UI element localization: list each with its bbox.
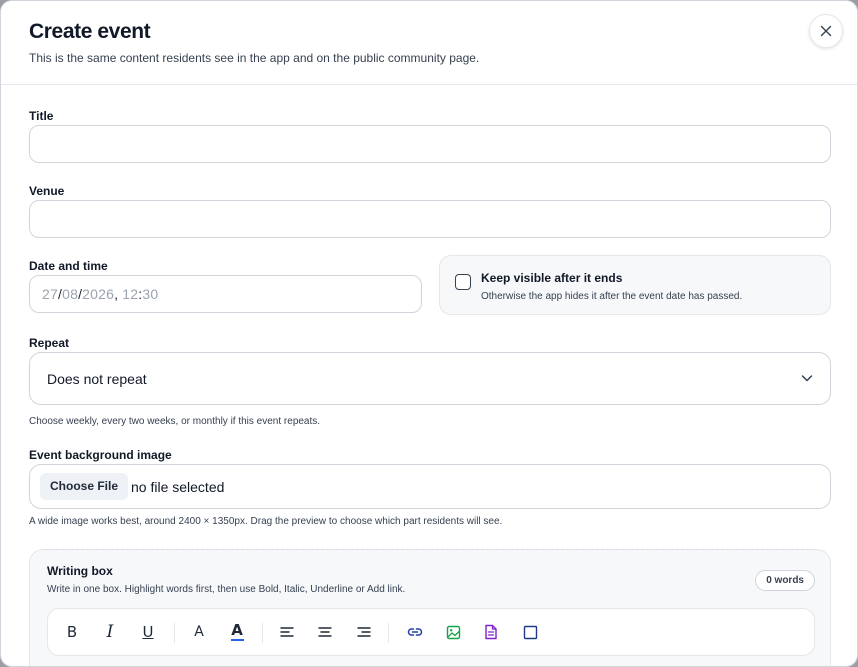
insert-document-button[interactable]: [480, 621, 502, 643]
keep-visible-checkbox[interactable]: [455, 274, 471, 290]
italic-button[interactable]: I: [99, 621, 121, 643]
time-minute[interactable]: 30: [142, 286, 158, 302]
time-hour[interactable]: 12: [122, 286, 138, 302]
toolbar-divider: [388, 623, 389, 643]
bold-icon: B: [66, 623, 78, 641]
venue-input[interactable]: [29, 200, 831, 238]
close-icon: [820, 25, 832, 37]
modal-title: Create event: [29, 20, 151, 43]
toolbar-divider: [174, 623, 175, 643]
keep-visible-label: Keep visible after it ends: [481, 271, 623, 285]
venue-label: Venue: [29, 184, 65, 198]
repeat-select-value: Does not repeat: [47, 371, 147, 387]
image-icon: [446, 625, 460, 639]
image-help-text: A wide image works best, around 2400 × 1…: [29, 516, 503, 527]
writing-box-subtitle: Write in one box. Highlight words first,…: [47, 584, 406, 595]
close-button[interactable]: [809, 14, 843, 48]
date-month[interactable]: 08: [62, 286, 78, 302]
modal-header: Create event This is the same content re…: [1, 1, 857, 85]
font-size-button[interactable]: A: [188, 621, 210, 643]
document-icon: [485, 624, 497, 640]
title-input[interactable]: [29, 125, 831, 163]
italic-icon: I: [106, 622, 114, 642]
file-status: no file selected: [131, 479, 225, 495]
repeat-help-text: Choose weekly, every two weeks, or month…: [29, 416, 321, 427]
align-right-icon: [357, 627, 371, 637]
datetime-input[interactable]: 27/08/2026, 12:30: [29, 275, 422, 313]
image-file-input[interactable]: Choose File no file selected: [29, 464, 831, 509]
toolbar-divider: [262, 623, 263, 643]
repeat-label: Repeat: [29, 336, 70, 350]
modal-subtitle: This is the same content residents see i…: [29, 51, 480, 65]
align-left-button[interactable]: [276, 621, 298, 643]
box-icon: [523, 625, 537, 639]
text-color-button[interactable]: A: [226, 621, 248, 643]
writing-box: Writing box Write in one box. Highlight …: [29, 549, 831, 666]
title-label: Title: [29, 109, 54, 123]
bold-button[interactable]: B: [61, 621, 83, 643]
align-left-icon: [280, 627, 294, 637]
datetime-label: Date and time: [29, 259, 108, 273]
text-color-icon: A: [231, 621, 243, 639]
add-link-button[interactable]: [404, 621, 426, 643]
date-day[interactable]: 27: [42, 286, 58, 302]
image-label: Event background image: [29, 448, 172, 462]
keep-visible-description: Otherwise the app hides it after the eve…: [481, 291, 743, 302]
writing-box-title: Writing box: [47, 564, 113, 578]
underline-button[interactable]: U: [137, 621, 159, 643]
insert-box-button[interactable]: [519, 621, 541, 643]
text-color-swatch: [230, 639, 244, 641]
align-center-button[interactable]: [314, 621, 336, 643]
word-count-badge: 0 words: [755, 570, 815, 591]
repeat-select[interactable]: Does not repeat: [29, 352, 831, 405]
choose-file-button[interactable]: Choose File: [40, 473, 129, 500]
font-size-icon: A: [194, 624, 204, 640]
align-center-icon: [318, 627, 332, 637]
insert-image-button[interactable]: [442, 621, 464, 643]
keep-visible-option[interactable]: Keep visible after it ends Otherwise the…: [439, 255, 831, 315]
underline-icon: U: [142, 623, 154, 641]
date-year[interactable]: 2026: [82, 286, 114, 302]
align-right-button[interactable]: [353, 621, 375, 643]
create-event-modal: Create event This is the same content re…: [0, 0, 858, 667]
formatting-toolbar: B I U A A: [47, 608, 815, 656]
chevron-down-icon: [801, 375, 813, 382]
link-icon: [407, 628, 423, 636]
